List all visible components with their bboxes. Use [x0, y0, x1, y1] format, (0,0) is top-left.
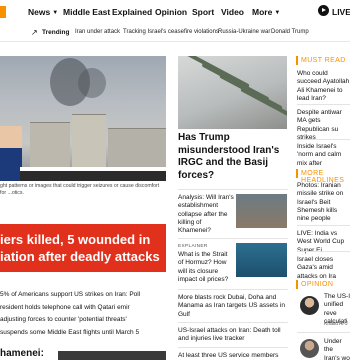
divider	[178, 189, 288, 190]
divider	[178, 289, 288, 290]
hero-headline[interactable]: iers killed, 5 wounded in iation after d…	[0, 231, 166, 265]
opinion-title: OPINION	[301, 281, 334, 288]
hero-bullet[interactable]: suspends some Middle East flights until …	[0, 329, 166, 338]
must-read-item[interactable]: Inside Israel's 'norm and calm mix after	[297, 143, 350, 168]
explainer-label: EXPLAINER	[178, 244, 208, 249]
trending-item[interactable]: Iran under attack	[75, 29, 120, 35]
author-avatar[interactable]	[300, 296, 319, 315]
section-accent	[296, 56, 298, 65]
chevron-down-icon: ▼	[274, 10, 281, 16]
feature-image[interactable]	[178, 56, 287, 129]
story-link[interactable]: At least three US service members	[178, 352, 288, 360]
headline-item[interactable]: Israel closes Gaza's amid attacks on Ira	[297, 256, 350, 281]
building	[72, 114, 106, 167]
divider	[297, 251, 350, 252]
divider	[297, 332, 350, 333]
nav-middle-east[interactable]: Middle East	[63, 7, 110, 17]
top-navigation: News ▼ Middle East Explained Opinion Spor…	[0, 0, 350, 25]
divider	[178, 238, 288, 239]
play-icon[interactable]	[318, 5, 329, 16]
opinion-author[interactable]: Khalid Al-J	[324, 321, 348, 327]
trending-icon: ↗	[31, 28, 38, 37]
presenter	[0, 126, 22, 181]
must-read-item[interactable]: Who could succeed Ayatollah Ali Khamenei…	[297, 70, 350, 103]
story-thumbnail[interactable]	[236, 194, 287, 228]
story-link[interactable]: More blasts rock Dubai, Doha and Manama …	[178, 294, 288, 319]
video-warning-caption: ght patterns or images that could trigge…	[0, 183, 160, 196]
hero-bullet[interactable]: adjusting forces to counter 'potential t…	[0, 316, 166, 325]
author-avatar[interactable]	[300, 339, 319, 358]
divider	[297, 225, 350, 226]
nav-sport[interactable]: Sport	[192, 7, 214, 17]
story-card-title[interactable]: Analysis: Will Iran's establishment coll…	[178, 194, 234, 235]
divider	[178, 322, 288, 323]
smoke-plume	[78, 68, 106, 98]
story-thumbnail[interactable]	[58, 351, 166, 360]
live-link[interactable]: LIVE	[332, 7, 350, 17]
trending-heading: Trending	[42, 29, 70, 36]
nav-opinion[interactable]: Opinion	[155, 7, 187, 17]
hero-video[interactable]	[0, 56, 166, 181]
nav-more[interactable]: More ▼	[252, 7, 280, 17]
trending-item[interactable]: Russia-Ukraine war	[218, 29, 270, 35]
section-accent	[296, 280, 298, 289]
trending-item[interactable]: Tracking Israel's ceasefire violations	[123, 29, 219, 35]
headline-item[interactable]: Photos: Iranian missile strike on Israel…	[297, 182, 350, 223]
logo[interactable]	[0, 6, 6, 18]
opinion-title-link[interactable]: Under the Iran's wo	[324, 338, 350, 360]
divider	[297, 139, 350, 140]
story-link[interactable]: US-Israel attacks on Iran: Death toll an…	[178, 327, 288, 344]
missile	[240, 87, 287, 117]
hero-headline-box[interactable]: iers killed, 5 wounded in iation after d…	[0, 224, 166, 272]
divider	[178, 347, 288, 348]
trending-bar: ↗ Trending Iran under attack Tracking Is…	[0, 25, 350, 42]
story-heading[interactable]: hamenei:	[0, 348, 44, 359]
nav-news[interactable]: News ▼	[28, 7, 58, 17]
video-controls[interactable]	[20, 171, 166, 181]
story-card-title[interactable]: What is the Strait of Hormuz? How will i…	[178, 251, 234, 284]
trending-item[interactable]: Donald Trump	[271, 29, 309, 35]
must-read-title: MUST READ	[301, 57, 346, 64]
building	[30, 122, 70, 167]
section-accent	[296, 169, 298, 178]
nav-explained[interactable]: Explained	[112, 7, 152, 17]
nav-video[interactable]: Video	[221, 7, 244, 17]
chevron-down-icon: ▼	[52, 10, 59, 16]
building	[108, 128, 166, 167]
story-thumbnail[interactable]	[236, 243, 287, 277]
hero-bullet[interactable]: 5% of Americans support US strikes on Ir…	[0, 291, 166, 300]
divider	[297, 104, 350, 105]
hero-bullet[interactable]: resident holds telephone call with Qatar…	[0, 304, 166, 313]
must-read-item[interactable]: Despite antiwar MA gets Republican su st…	[297, 109, 350, 142]
feature-title[interactable]: Has Trump misunderstood Iran's IRGC and …	[178, 132, 288, 182]
